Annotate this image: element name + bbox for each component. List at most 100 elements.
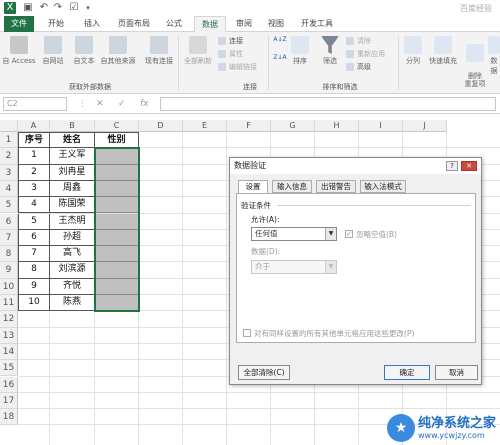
table-cell[interactable]: 10	[18, 295, 50, 312]
tab-review[interactable]: 审阅	[230, 16, 258, 32]
tab-input-message[interactable]: 输入信息	[272, 180, 312, 193]
row-header[interactable]: 4	[0, 180, 18, 198]
column-header[interactable]: B	[50, 120, 95, 132]
edit-links-command[interactable]: 编辑链接	[218, 62, 257, 72]
clear-all-button[interactable]: 全部清除(C)	[238, 365, 290, 380]
tab-insert[interactable]: 插入	[78, 16, 106, 32]
tab-ime-mode[interactable]: 输入法模式	[360, 180, 406, 193]
table-cell[interactable]: 刘滨源	[50, 262, 95, 279]
name-box[interactable]: C2	[3, 97, 67, 111]
undo-icon[interactable]: ↶	[38, 2, 50, 14]
ok-button[interactable]: 确定	[384, 365, 430, 380]
row-header[interactable]: 1	[0, 132, 18, 149]
table-cell[interactable]: 陈燕	[50, 295, 95, 312]
column-header[interactable]: J	[403, 120, 447, 132]
row-header[interactable]: 3	[0, 164, 18, 181]
header-cell[interactable]: 姓名	[50, 132, 95, 149]
row-header[interactable]: 7	[0, 229, 18, 247]
sort-ascending-button[interactable]: A↓Z	[272, 36, 288, 43]
redo-icon[interactable]: ↷	[52, 2, 64, 14]
row-header[interactable]: 17	[0, 392, 18, 410]
tab-file[interactable]: 文件	[4, 16, 34, 32]
row-header[interactable]: 16	[0, 376, 18, 393]
allow-select[interactable]: 任何值 ▼	[251, 227, 337, 241]
row-header[interactable]: 15	[0, 360, 18, 377]
row-header[interactable]: 2	[0, 148, 18, 165]
close-button[interactable]: ✕	[461, 161, 477, 171]
filter-button[interactable]: 筛选	[318, 36, 342, 66]
data-select[interactable]: 介于 ▼	[251, 260, 337, 274]
select-all-corner[interactable]	[0, 120, 18, 132]
sort-descending-button[interactable]: Z↓A	[272, 54, 288, 61]
table-cell[interactable]: 陈国荣	[50, 197, 95, 214]
table-cell[interactable]: 2	[18, 164, 50, 181]
tab-data[interactable]: 数据	[194, 16, 226, 33]
ignore-blank-checkbox[interactable]: ✓	[345, 230, 353, 238]
table-cell[interactable]: 4	[18, 197, 50, 214]
row-header[interactable]: 8	[0, 246, 18, 263]
enter-icon[interactable]: ✓	[118, 97, 126, 111]
row-header[interactable]: 14	[0, 343, 18, 361]
header-cell[interactable]: 序号	[18, 132, 50, 149]
help-button[interactable]: ?	[446, 161, 458, 171]
data-validation-button[interactable]: 数据	[488, 36, 500, 76]
table-cell[interactable]: 齐悦	[50, 278, 95, 295]
column-header[interactable]: I	[359, 120, 403, 132]
from-other-sources-button[interactable]: 自其他来源	[98, 36, 138, 66]
row-header[interactable]: 5	[0, 197, 18, 214]
refresh-all-button[interactable]: 全部刷新	[182, 36, 214, 66]
table-cell[interactable]: 5	[18, 213, 50, 230]
reapply-filter-command[interactable]: 重新应用	[346, 49, 385, 59]
tab-error-alert[interactable]: 出错警告	[316, 180, 356, 193]
column-header[interactable]: G	[271, 120, 315, 132]
tab-developer[interactable]: 开发工具	[296, 16, 338, 32]
existing-connections-button[interactable]: 现有连接	[142, 36, 176, 66]
from-access-button[interactable]: 自 Access	[2, 36, 36, 66]
sort-button[interactable]: 排序	[290, 36, 310, 66]
table-cell[interactable]: 王义军	[50, 148, 95, 165]
check-icon[interactable]: ☑	[68, 2, 80, 14]
table-cell[interactable]: 王杰明	[50, 213, 95, 230]
table-cell[interactable]: 7	[18, 246, 50, 263]
from-text-button[interactable]: 自文本	[70, 36, 98, 66]
row-header[interactable]: 11	[0, 295, 18, 312]
table-cell[interactable]: 1	[18, 148, 50, 165]
properties-command[interactable]: 属性	[218, 49, 243, 59]
remove-duplicates-button[interactable]: 删除 重复项	[462, 36, 488, 88]
formula-input[interactable]	[160, 97, 496, 111]
row-header[interactable]: 13	[0, 327, 18, 344]
cancel-button[interactable]: 取消	[435, 365, 478, 380]
flash-fill-button[interactable]: 快速填充	[426, 36, 460, 66]
table-cell[interactable]: 高飞	[50, 246, 95, 263]
table-cell[interactable]: 6	[18, 229, 50, 247]
insert-function-icon[interactable]: fx	[140, 97, 149, 111]
table-cell[interactable]: 孙超	[50, 229, 95, 247]
column-header[interactable]: A	[18, 120, 50, 132]
customize-toolbar-icon[interactable]: ▾	[82, 2, 94, 14]
text-to-columns-button[interactable]: 分列	[402, 36, 424, 66]
advanced-filter-command[interactable]: 高级	[346, 62, 371, 72]
header-cell[interactable]: 性别	[95, 132, 139, 149]
tab-page-layout[interactable]: 页面布局	[112, 16, 156, 32]
clear-filter-command[interactable]: 清除	[346, 36, 371, 46]
column-header[interactable]: H	[315, 120, 359, 132]
table-cell[interactable]: 周鑫	[50, 180, 95, 198]
tab-view[interactable]: 视图	[262, 16, 290, 32]
table-cell[interactable]: 刘冉星	[50, 164, 95, 181]
table-cell[interactable]: 9	[18, 278, 50, 295]
table-cell[interactable]: 3	[18, 180, 50, 198]
apply-all-checkbox[interactable]	[243, 329, 251, 337]
tab-formulas[interactable]: 公式	[160, 16, 188, 32]
row-header[interactable]: 6	[0, 213, 18, 230]
tab-settings[interactable]: 设置	[238, 180, 268, 194]
tab-home[interactable]: 开始	[42, 16, 70, 32]
column-header[interactable]: E	[183, 120, 227, 132]
column-header[interactable]: D	[139, 120, 183, 132]
row-header[interactable]: 18	[0, 409, 18, 426]
row-header[interactable]: 12	[0, 311, 18, 328]
from-web-button[interactable]: 自网站	[38, 36, 68, 66]
save-icon[interactable]: ▣	[22, 2, 34, 14]
connections-command[interactable]: 连接	[218, 36, 243, 46]
table-cell[interactable]: 8	[18, 262, 50, 279]
column-header[interactable]: C	[95, 120, 139, 132]
